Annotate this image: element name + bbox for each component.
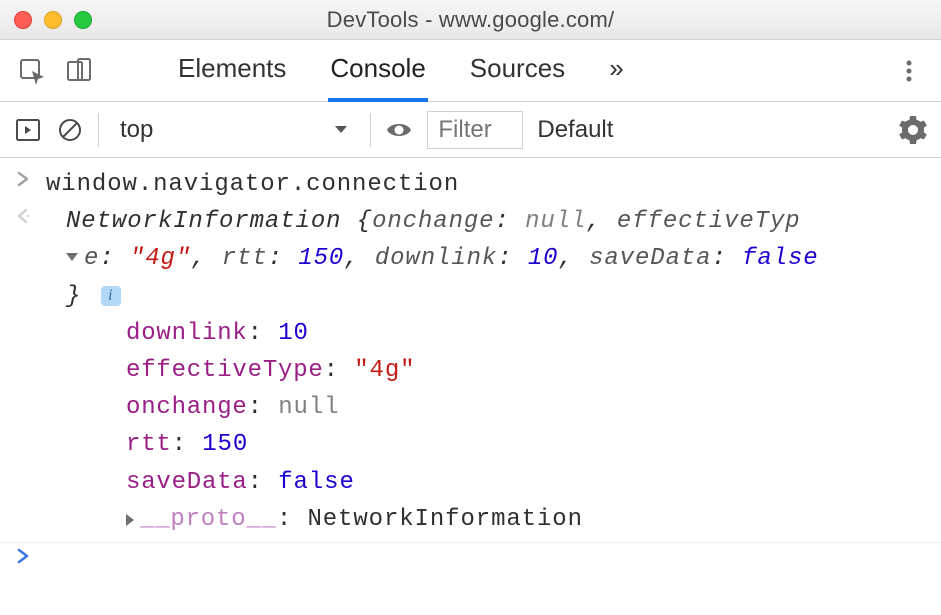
prop-save-data[interactable]: saveData: false <box>126 464 927 501</box>
minimize-window-button[interactable] <box>44 11 62 29</box>
window-controls <box>14 11 92 29</box>
console-toolbar: top Default <box>0 102 941 158</box>
prop-onchange[interactable]: onchange: null <box>126 389 927 426</box>
execution-context-select[interactable]: top <box>113 113 356 147</box>
prompt-chevron-icon <box>0 543 46 580</box>
prop-downlink[interactable]: downlink: 10 <box>126 315 927 352</box>
console-prompt-row[interactable] <box>0 543 941 580</box>
tab-sources[interactable]: Sources <box>468 39 567 102</box>
console-filter-input[interactable] <box>427 111 523 149</box>
info-badge-icon[interactable]: i <box>101 286 121 306</box>
object-class-name: NetworkInformation <box>66 208 341 235</box>
console-input-row: window.navigator.connection <box>0 166 941 203</box>
log-level-select[interactable]: Default <box>537 116 613 144</box>
kebab-menu-icon[interactable] <box>895 57 923 85</box>
output-chevron-icon <box>0 203 46 538</box>
expand-proto-toggle[interactable] <box>126 514 134 526</box>
clear-console-icon[interactable] <box>56 116 84 144</box>
close-window-button[interactable] <box>14 11 32 29</box>
devtools-tabstrip: Elements Console Sources » <box>0 40 941 102</box>
maximize-window-button[interactable] <box>74 11 92 29</box>
inspect-element-icon[interactable] <box>18 57 46 85</box>
console-output-row: NetworkInformation {onchange: null, effe… <box>0 203 941 538</box>
console-output-summary[interactable]: NetworkInformation {onchange: null, effe… <box>46 203 941 538</box>
toolbar-divider <box>370 113 371 147</box>
console-sidebar-toggle-icon[interactable] <box>14 116 42 144</box>
window-titlebar: DevTools - www.google.com/ <box>0 0 941 40</box>
tab-elements[interactable]: Elements <box>176 39 288 102</box>
console-prompt-input[interactable] <box>46 543 941 580</box>
toolbar-divider <box>98 113 99 147</box>
live-expression-eye-icon[interactable] <box>385 116 413 144</box>
input-chevron-icon <box>0 166 46 203</box>
device-toolbar-icon[interactable] <box>66 57 94 85</box>
console-input-text[interactable]: window.navigator.connection <box>46 166 941 203</box>
console-settings-gear-icon[interactable] <box>899 116 927 144</box>
prop-effective-type[interactable]: effectiveType: "4g" <box>126 352 927 389</box>
tabs-overflow[interactable]: » <box>607 39 625 102</box>
prop-proto[interactable]: __proto__: NetworkInformation <box>126 501 927 538</box>
console-log-area: window.navigator.connection NetworkInfor… <box>0 158 941 580</box>
prop-rtt[interactable]: rtt: 150 <box>126 426 927 463</box>
dropdown-caret-icon <box>333 116 349 144</box>
execution-context-label: top <box>120 116 153 144</box>
object-properties: downlink: 10 effectiveType: "4g" onchang… <box>66 315 927 538</box>
tab-console[interactable]: Console <box>328 39 427 102</box>
window-title: DevTools - www.google.com/ <box>0 7 941 33</box>
expand-object-toggle[interactable] <box>66 253 78 261</box>
